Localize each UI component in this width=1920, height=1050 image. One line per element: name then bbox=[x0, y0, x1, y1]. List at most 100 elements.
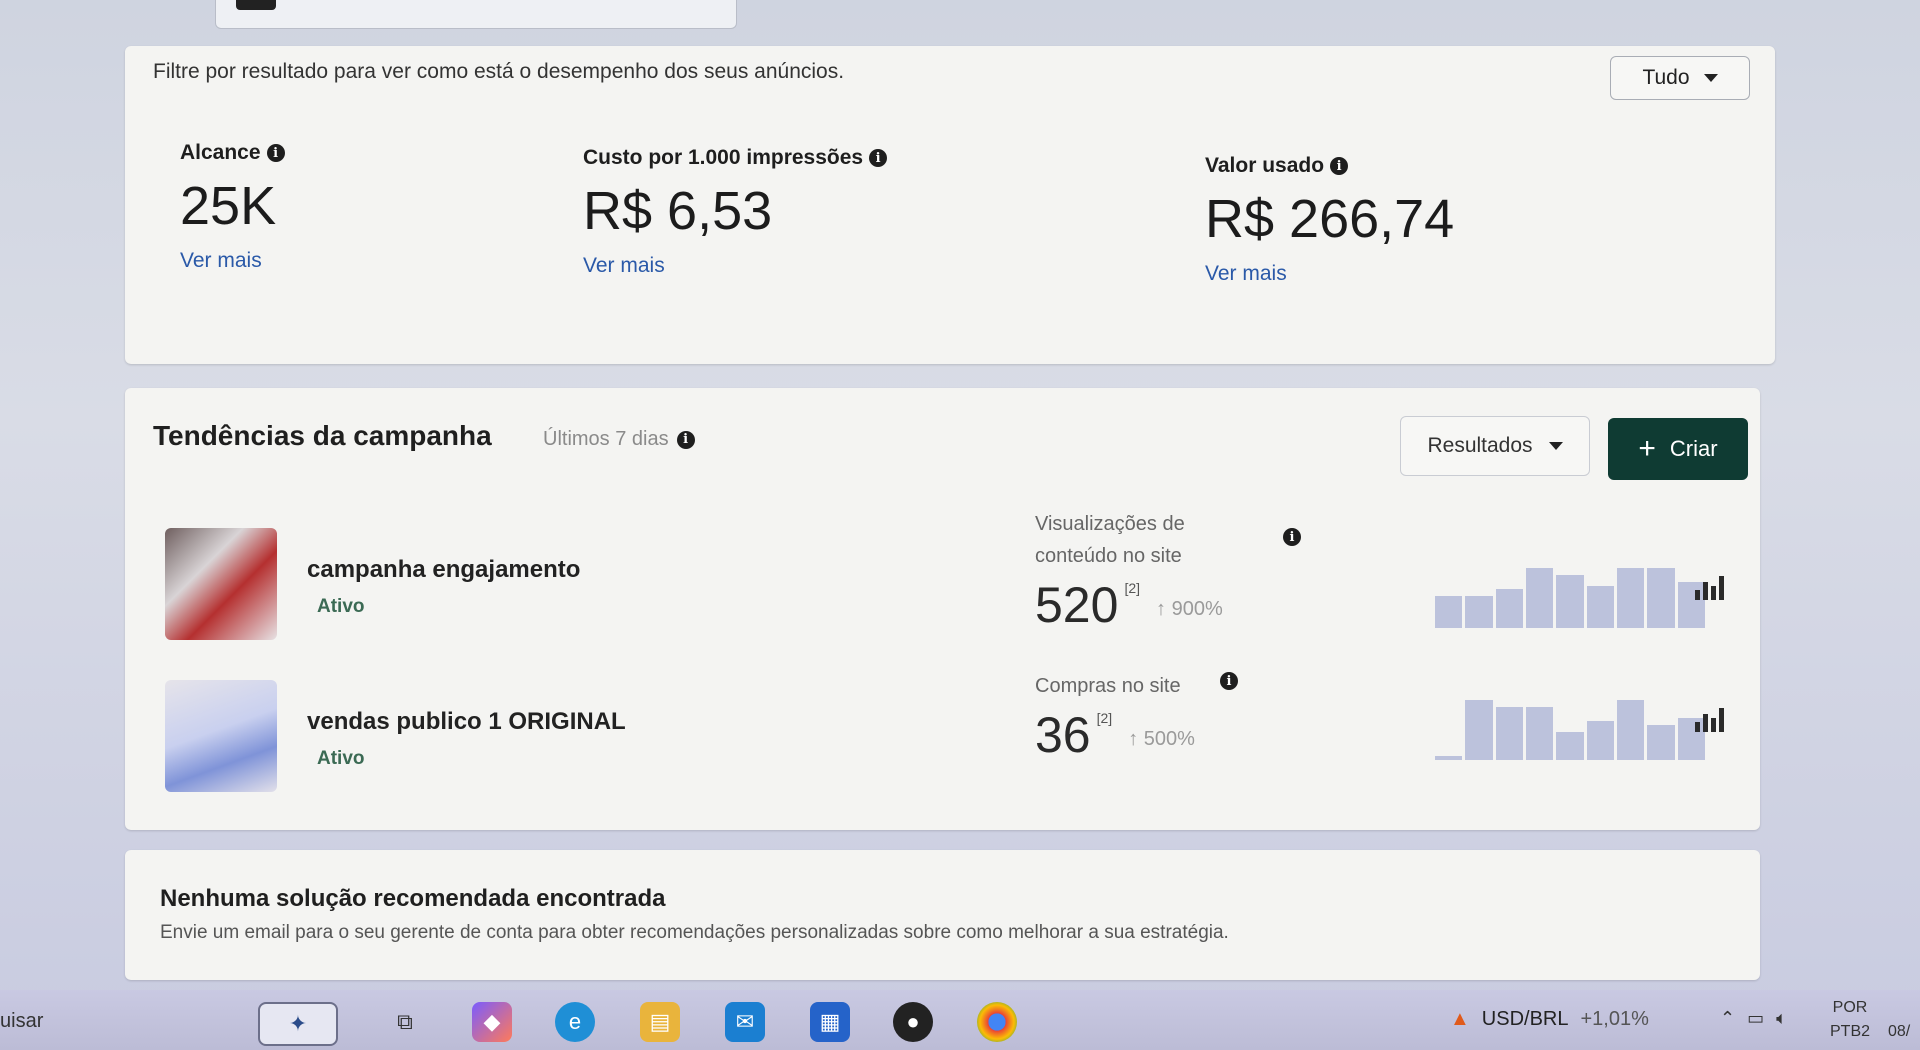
trend-sparkline bbox=[1435, 550, 1705, 628]
trend-sparkline bbox=[1435, 682, 1705, 760]
ticker-widget[interactable]: ▲ USD/BRL +1,01% bbox=[1450, 1008, 1649, 1031]
campaign-row[interactable]: campanha engajamento Ativo Visualizações… bbox=[165, 513, 1725, 648]
pinned-app-icon[interactable]: ✦ bbox=[258, 1002, 338, 1046]
metric-value: R$ 266,74 bbox=[1205, 189, 1455, 249]
recommendations-card: Nenhuma solução recomendada encontrada E… bbox=[125, 850, 1760, 980]
campaign-thumbnail bbox=[165, 680, 277, 792]
see-more-link[interactable]: Ver mais bbox=[180, 249, 285, 273]
filter-dropdown[interactable]: Tudo bbox=[1610, 56, 1750, 100]
sparkline-bar bbox=[1465, 596, 1493, 628]
sparkline-bar bbox=[1435, 596, 1463, 628]
ticker-change: +1,01% bbox=[1580, 1008, 1649, 1030]
kpi-delta: ↑ 900% bbox=[1156, 598, 1223, 620]
see-more-link[interactable]: Ver mais bbox=[583, 254, 887, 278]
info-icon[interactable]: i bbox=[266, 144, 285, 162]
info-icon[interactable]: i bbox=[869, 149, 888, 167]
summary-card: Filtre por resultado para ver como está … bbox=[125, 46, 1775, 364]
kpi-value: 520 bbox=[1035, 577, 1119, 633]
obs-icon[interactable]: ● bbox=[893, 1002, 933, 1042]
caret-down-icon bbox=[1703, 74, 1718, 82]
sparkline-bar bbox=[1525, 707, 1554, 760]
sparkline-bar bbox=[1495, 707, 1523, 760]
sparkline-bar bbox=[1647, 725, 1675, 760]
filter-description: Filtre por resultado para ver como está … bbox=[153, 60, 845, 83]
metric-value: R$ 6,53 bbox=[583, 181, 773, 241]
metric-alcance: Alcance i 25K Ver mais bbox=[180, 141, 285, 273]
campaign-thumbnail bbox=[165, 528, 277, 640]
campaign-kpi: Compras no site i 36 [2] ↑ 500% bbox=[1035, 670, 1265, 764]
recommendations-title: Nenhuma solução recomendada encontrada bbox=[160, 885, 666, 912]
taskbar-search[interactable]: uisar bbox=[0, 1010, 43, 1033]
sparkline-bar bbox=[1556, 575, 1584, 628]
ticker-pair: USD/BRL bbox=[1481, 1008, 1569, 1030]
browser-tab-strip[interactable] bbox=[215, 0, 737, 29]
app-icon[interactable]: ▦ bbox=[810, 1002, 850, 1042]
info-icon[interactable]: i bbox=[1220, 672, 1238, 690]
sparkline-bar bbox=[1556, 732, 1584, 760]
campaign-name[interactable]: vendas publico 1 ORIGINAL bbox=[307, 708, 626, 736]
kpi-delta-value: 900% bbox=[1171, 598, 1223, 620]
metric-label: Valor usado bbox=[1205, 154, 1325, 177]
info-icon[interactable]: i bbox=[676, 430, 695, 449]
campaign-kpi: Visualizações de conteúdo no site i 520 … bbox=[1035, 508, 1301, 634]
sparkline-bar bbox=[1465, 700, 1493, 760]
metric-cpm: Custo por 1.000 impressões i R$ 6,53 Ver … bbox=[583, 146, 888, 278]
kpi-label: Visualizações de conteúdo no site bbox=[1035, 513, 1185, 567]
create-button[interactable]: + Criar bbox=[1608, 418, 1748, 480]
results-dropdown[interactable]: Resultados bbox=[1400, 416, 1590, 476]
kpi-footnote: [2] bbox=[1096, 710, 1113, 726]
campaign-name[interactable]: campanha engajamento bbox=[307, 556, 580, 584]
chevron-up-icon[interactable]: ⌃ bbox=[1720, 1008, 1735, 1029]
campaign-row[interactable]: vendas publico 1 ORIGINAL Ativo Compras … bbox=[165, 672, 1725, 800]
outlook-icon[interactable]: ✉ bbox=[725, 1002, 765, 1042]
caret-down-icon bbox=[1548, 442, 1563, 450]
kpi-delta-value: 500% bbox=[1143, 728, 1195, 750]
sparkline-bar bbox=[1525, 568, 1554, 628]
campaign-status: Ativo bbox=[317, 596, 365, 617]
period-label: Últimos 7 dias i bbox=[543, 428, 695, 451]
task-view-icon[interactable]: ⧉ bbox=[385, 1002, 425, 1042]
bar-chart-icon[interactable] bbox=[1695, 706, 1725, 732]
file-explorer-icon[interactable]: ▤ bbox=[640, 1002, 680, 1042]
copilot-icon[interactable]: ◆ bbox=[472, 1002, 512, 1042]
create-button-label: Criar bbox=[1669, 436, 1718, 461]
ticker-icon: ▲ bbox=[1450, 1008, 1470, 1030]
filter-dropdown-label: Tudo bbox=[1642, 66, 1690, 89]
chrome-icon[interactable] bbox=[977, 1002, 1017, 1042]
metric-label: Custo por 1.000 impressões bbox=[583, 146, 864, 169]
sparkline-bar bbox=[1647, 568, 1675, 628]
taskbar: uisar ✦ ⧉ ◆ e ▤ ✉ ▦ ● ▲ USD/BRL +1,01% ⌃… bbox=[0, 990, 1920, 1050]
bar-chart-icon[interactable] bbox=[1695, 574, 1725, 600]
see-more-link[interactable]: Ver mais bbox=[1205, 262, 1454, 286]
clock-date: 08/ bbox=[1888, 1023, 1911, 1040]
kpi-delta: ↑ 500% bbox=[1128, 728, 1195, 750]
clock[interactable]: 08/ bbox=[1888, 996, 1910, 1044]
info-icon[interactable]: i bbox=[1283, 528, 1301, 546]
sparkline-bar bbox=[1586, 586, 1614, 628]
clock-time bbox=[1888, 996, 1910, 1020]
sparkline-bar bbox=[1495, 589, 1523, 628]
volume-icon[interactable]: 🔈︎ bbox=[1776, 1008, 1787, 1029]
metric-label: Alcance bbox=[180, 141, 261, 164]
system-tray[interactable]: ⌃ ▭ 🔈︎ bbox=[1720, 1008, 1787, 1029]
info-icon[interactable]: i bbox=[1330, 157, 1349, 175]
campaign-status: Ativo bbox=[317, 748, 365, 769]
results-dropdown-label: Resultados bbox=[1427, 434, 1533, 457]
sparkline-bar bbox=[1616, 568, 1645, 628]
sparkline-bar bbox=[1616, 700, 1645, 760]
plus-icon: + bbox=[1638, 432, 1656, 465]
edge-icon[interactable]: e bbox=[555, 1002, 595, 1042]
sparkline-bar bbox=[1435, 756, 1463, 760]
kpi-footnote: [2] bbox=[1124, 580, 1141, 596]
sparkline-bar bbox=[1586, 721, 1614, 760]
metric-amount-spent: Valor usado i R$ 266,74 Ver mais bbox=[1205, 154, 1454, 286]
period-text: Últimos 7 dias bbox=[543, 428, 669, 450]
language-indicator[interactable]: POR PTB2 bbox=[1830, 996, 1870, 1044]
recommendations-text: Envie um email para o seu gerente de con… bbox=[160, 922, 1229, 943]
section-title: Tendências da campanha bbox=[153, 420, 492, 451]
campaign-trends-card: Tendências da campanha Últimos 7 dias i … bbox=[125, 388, 1760, 830]
language-code: POR bbox=[1832, 999, 1868, 1016]
keyboard-layout: PTB2 bbox=[1830, 1023, 1871, 1040]
kpi-value: 36 bbox=[1035, 707, 1091, 763]
network-icon[interactable]: ▭ bbox=[1747, 1008, 1764, 1029]
